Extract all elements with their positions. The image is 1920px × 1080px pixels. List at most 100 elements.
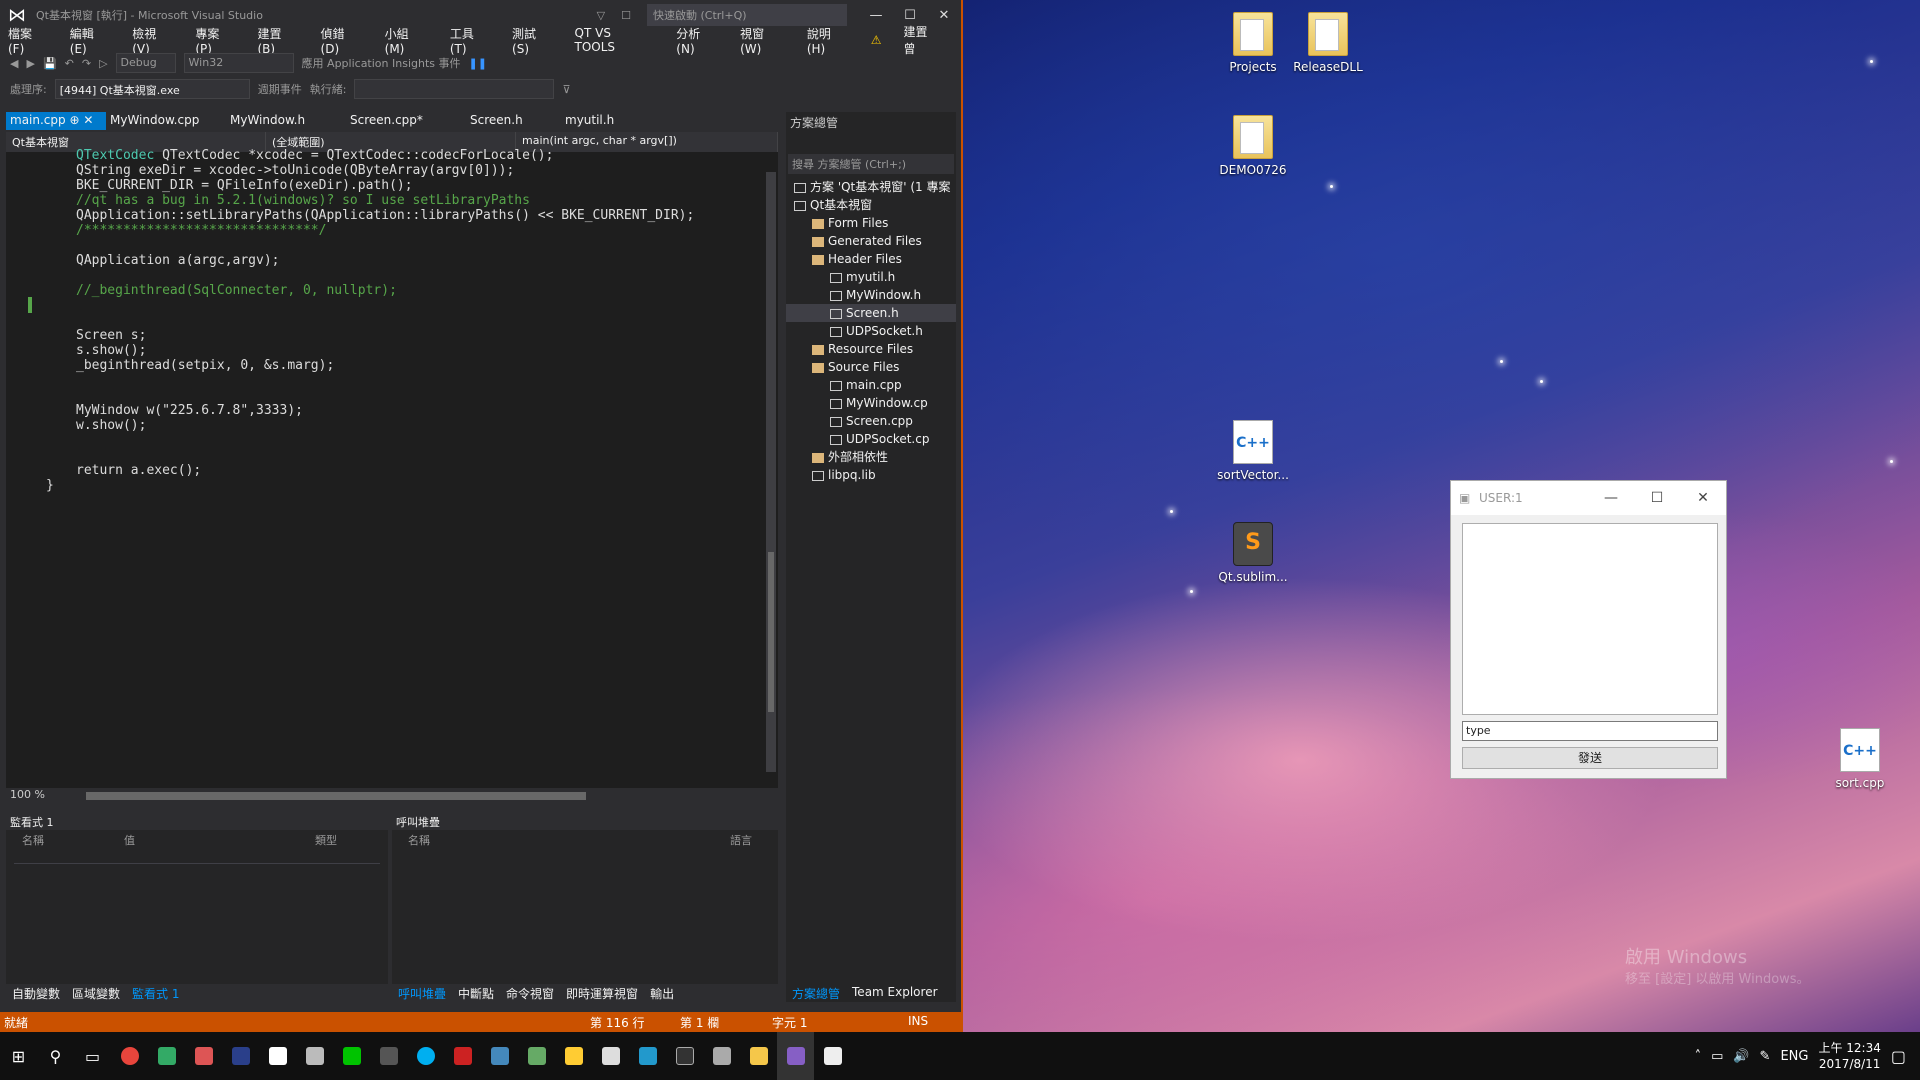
menu-account[interactable]: 建置曾: [903, 23, 939, 57]
menu-debug[interactable]: 偵錯(D): [321, 25, 363, 56]
menu-test[interactable]: 測試(S): [512, 25, 552, 56]
editor-horizontal-scrollbar[interactable]: [86, 792, 586, 800]
sticky-notes-icon[interactable]: [555, 1032, 592, 1080]
undo-icon[interactable]: ↶: [65, 57, 74, 70]
close-icon[interactable]: ✕: [83, 113, 93, 127]
app-icon[interactable]: [296, 1032, 333, 1080]
calculator-icon[interactable]: [592, 1032, 629, 1080]
app-icon[interactable]: [703, 1032, 740, 1080]
skype-icon[interactable]: [407, 1032, 444, 1080]
back-icon[interactable]: ◀: [10, 57, 18, 70]
tab-myutil-h[interactable]: myutil.h: [561, 112, 681, 130]
tab-screen-h[interactable]: Screen.h: [466, 112, 561, 130]
clock[interactable]: 上午 12:34 2017/8/11: [1818, 1040, 1880, 1072]
solution-tree-item[interactable]: Screen.cpp: [786, 412, 956, 430]
solution-tree-item[interactable]: 方案 'Qt基本視窗' (1 專案: [786, 178, 956, 196]
pen-icon[interactable]: ✎: [1760, 1049, 1771, 1064]
code-line[interactable]: QApplication a(argc,argv);: [76, 253, 280, 268]
tab-autos[interactable]: 自動變數: [6, 984, 66, 1002]
menu-qt-vs-tools[interactable]: QT VS TOOLS: [575, 26, 655, 54]
code-line[interactable]: s.show();: [76, 343, 146, 358]
solution-tree-item[interactable]: Generated Files: [786, 232, 956, 250]
app-icon[interactable]: [444, 1032, 481, 1080]
solution-tree-item[interactable]: Qt基本視窗: [786, 196, 956, 214]
line-icon[interactable]: [333, 1032, 370, 1080]
code-line[interactable]: BKE_CURRENT_DIR = QFileInfo(exeDir).path…: [76, 178, 413, 193]
minimize-button[interactable]: —: [859, 8, 893, 23]
watch-row[interactable]: [14, 848, 380, 864]
menu-file[interactable]: 檔案(F): [8, 25, 48, 56]
minimize-button[interactable]: —: [1588, 490, 1634, 506]
tab-command[interactable]: 命令視窗: [500, 984, 560, 1002]
solution-tree-item[interactable]: Screen.h: [786, 304, 956, 322]
insights-label[interactable]: 應用 Application Insights 事件: [302, 55, 461, 71]
tab-callstack[interactable]: 呼叫堆疊: [392, 984, 452, 1002]
solution-tree-item[interactable]: MyWindow.cp: [786, 394, 956, 412]
solution-tree-item[interactable]: UDPSocket.cp: [786, 430, 956, 448]
app-icon[interactable]: [518, 1032, 555, 1080]
solution-tree-item[interactable]: Form Files: [786, 214, 956, 232]
app-icon[interactable]: [259, 1032, 296, 1080]
visual-studio-icon[interactable]: [777, 1032, 814, 1080]
notification-icon[interactable]: ▢: [1891, 1047, 1906, 1066]
code-line[interactable]: _beginthread(setpix, 0, &s.marg);: [76, 358, 334, 373]
qt-window-icon[interactable]: [814, 1032, 851, 1080]
lifecycle-select[interactable]: 週期事件: [258, 81, 302, 97]
solution-tree-item[interactable]: libpq.lib: [786, 466, 956, 484]
solution-tree-item[interactable]: Header Files: [786, 250, 956, 268]
menu-window[interactable]: 視窗(W): [740, 25, 785, 56]
code-line[interactable]: QTextCodec QTextCodec *xcodec = QTextCod…: [76, 148, 553, 163]
app-icon[interactable]: [185, 1032, 222, 1080]
warning-icon[interactable]: ⚠: [871, 33, 882, 47]
menu-build[interactable]: 建置(B): [257, 25, 298, 56]
redo-icon[interactable]: ↷: [82, 57, 91, 70]
photoshop-icon[interactable]: [222, 1032, 259, 1080]
code-line[interactable]: /******************************/: [76, 223, 326, 238]
close-button[interactable]: ✕: [1680, 490, 1726, 506]
file-explorer-icon[interactable]: [740, 1032, 777, 1080]
menu-team[interactable]: 小組(M): [385, 25, 428, 56]
solution-tree-item[interactable]: main.cpp: [786, 376, 956, 394]
code-line[interactable]: QApplication::setLibraryPaths(QApplicati…: [76, 208, 694, 223]
code-line[interactable]: }: [46, 478, 54, 493]
menu-project[interactable]: 專案(P): [195, 25, 235, 56]
terminal-icon[interactable]: [666, 1032, 703, 1080]
menu-analyze[interactable]: 分析(N): [676, 25, 718, 56]
tab-immediate[interactable]: 即時運算視窗: [560, 984, 644, 1002]
app-icon[interactable]: [148, 1032, 185, 1080]
filter-icon[interactable]: ⊽: [562, 83, 570, 96]
tab-mywindow-cpp[interactable]: MyWindow.cpp: [106, 112, 226, 130]
code-line[interactable]: return a.exec();: [76, 463, 201, 478]
send-button[interactable]: 發送: [1462, 747, 1718, 769]
pin-icon[interactable]: ⊕: [69, 113, 79, 127]
tab-solution-explorer[interactable]: 方案總管: [786, 984, 846, 1002]
code-editor[interactable]: QTextCodec QTextCodec *xcodec = QTextCod…: [6, 148, 778, 788]
desktop-icon-projects[interactable]: Projects: [1213, 12, 1293, 74]
search-icon[interactable]: ⚲: [37, 1032, 74, 1080]
chrome-icon[interactable]: [111, 1032, 148, 1080]
process-select[interactable]: [4944] Qt基本視窗.exe: [54, 79, 250, 99]
tab-output[interactable]: 輸出: [644, 984, 680, 1002]
quick-launch-input[interactable]: 快速啟動 (Ctrl+Q): [647, 4, 847, 26]
editor-vertical-scrollbar[interactable]: [766, 172, 776, 772]
feedback-icon[interactable]: ☐: [621, 9, 631, 22]
solution-search-input[interactable]: 搜尋 方案總管 (Ctrl+;): [788, 154, 954, 174]
code-line[interactable]: Screen s;: [76, 328, 146, 343]
tab-screen-cpp[interactable]: Screen.cpp*: [346, 112, 466, 130]
continue-icon[interactable]: ▷: [99, 57, 107, 70]
menu-edit[interactable]: 編輯(E): [70, 25, 110, 56]
desktop-icon-sort-cpp[interactable]: C++ sort.cpp: [1820, 728, 1900, 790]
platform-select[interactable]: Win32: [183, 53, 294, 73]
desktop-icon-releasedll[interactable]: ReleaseDLL: [1288, 12, 1368, 74]
app-icon[interactable]: [370, 1032, 407, 1080]
solution-tree-item[interactable]: MyWindow.h: [786, 286, 956, 304]
tab-mywindow-h[interactable]: MyWindow.h: [226, 112, 346, 130]
maximize-button[interactable]: ☐: [1634, 490, 1680, 506]
app-icon[interactable]: [481, 1032, 518, 1080]
function-dropdown[interactable]: main(int argc, char * argv[]): [516, 132, 778, 152]
zoom-select[interactable]: 100 %: [10, 788, 45, 801]
chevron-up-icon[interactable]: ˄: [1695, 1049, 1702, 1064]
tab-locals[interactable]: 區域變數: [66, 984, 126, 1002]
task-view-icon[interactable]: ▭: [74, 1032, 111, 1080]
solution-tree-item[interactable]: myutil.h: [786, 268, 956, 286]
